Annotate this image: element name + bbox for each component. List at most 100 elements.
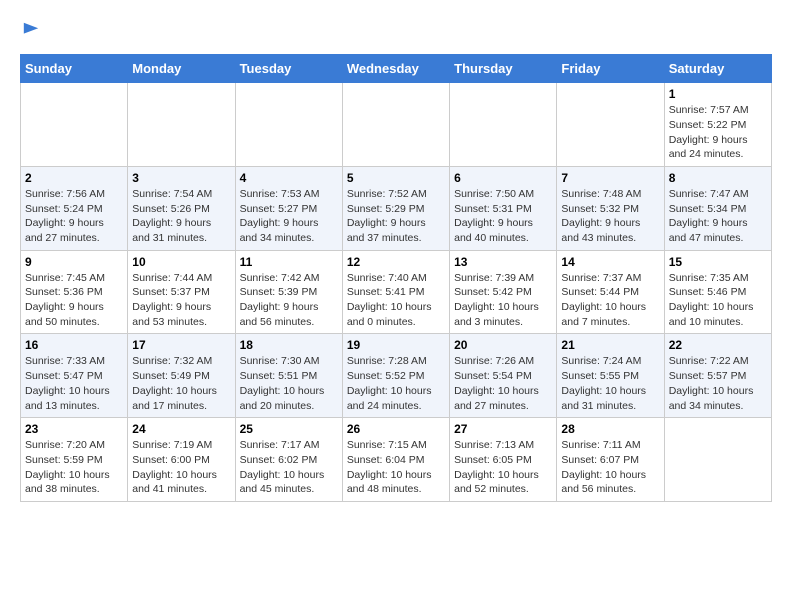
day-info-text: Sunrise: 7:37 AM Sunset: 5:44 PM Dayligh… (561, 271, 659, 330)
day-info-text: Sunrise: 7:30 AM Sunset: 5:51 PM Dayligh… (240, 354, 338, 413)
calendar-day-cell: 19Sunrise: 7:28 AM Sunset: 5:52 PM Dayli… (342, 334, 449, 418)
day-info-text: Sunrise: 7:39 AM Sunset: 5:42 PM Dayligh… (454, 271, 552, 330)
calendar-day-cell: 12 Sunrise: 7:40 AM Sunset: 5:41 PM Dayli… (342, 250, 449, 334)
calendar-day-cell: 7 Sunrise: 7:48 AM Sunset: 5:32 PM Daylig… (557, 166, 664, 250)
calendar-day-cell: 13 Sunrise: 7:39 AM Sunset: 5:42 PM Dayli… (450, 250, 557, 334)
day-info-text: Sunrise: 7:26 AM Sunset: 5:54 PM Dayligh… (454, 354, 552, 413)
day-number: 3 (132, 171, 230, 185)
day-info-text: Sunrise: 7:33 AM Sunset: 5:47 PM Dayligh… (25, 354, 123, 413)
day-number: 11 (240, 255, 338, 269)
calendar-header-row: SundayMondayTuesdayWednesdayThursdayFrid… (21, 55, 772, 83)
calendar-week-row: 16 Sunrise: 7:33 AM Sunset: 5:47 PM Dayli… (21, 334, 772, 418)
day-of-week-header: Friday (557, 55, 664, 83)
calendar-day-cell: 28 Sunrise: 7:11 AM Sunset: 6:07 PM Dayli… (557, 418, 664, 502)
day-info-text: Sunrise: 7:42 AM Sunset: 5:39 PM Dayligh… (240, 271, 338, 330)
calendar-day-cell: 10 Sunrise: 7:44 AM Sunset: 5:37 PM Dayli… (128, 250, 235, 334)
calendar-day-cell: 15 Sunrise: 7:35 AM Sunset: 5:46 PM Dayli… (664, 250, 771, 334)
day-of-week-header: Saturday (664, 55, 771, 83)
calendar-day-cell: 14 Sunrise: 7:37 AM Sunset: 5:44 PM Dayli… (557, 250, 664, 334)
day-number: 17 (132, 338, 230, 352)
day-number: 14 (561, 255, 659, 269)
day-number: 16 (25, 338, 123, 352)
day-info-text: Sunrise: 7:28 AM Sunset: 5:52 PM Dayligh… (347, 354, 445, 413)
day-info-text: Sunrise: 7:48 AM Sunset: 5:32 PM Dayligh… (561, 187, 659, 246)
calendar-table: SundayMondayTuesdayWednesdayThursdayFrid… (20, 54, 772, 502)
day-number: 9 (25, 255, 123, 269)
day-info-text: Sunrise: 7:32 AM Sunset: 5:49 PM Dayligh… (132, 354, 230, 413)
calendar-day-cell: 20 Sunrise: 7:26 AM Sunset: 5:54 PM Dayli… (450, 334, 557, 418)
calendar-day-cell: 26 Sunrise: 7:15 AM Sunset: 6:04 PM Dayli… (342, 418, 449, 502)
day-number: 21 (561, 338, 659, 352)
day-number: 20 (454, 338, 552, 352)
page-header (20, 20, 772, 44)
day-number: 23 (25, 422, 123, 436)
day-info-text: Sunrise: 7:54 AM Sunset: 5:26 PM Dayligh… (132, 187, 230, 246)
day-number: 18 (240, 338, 338, 352)
day-of-week-header: Sunday (21, 55, 128, 83)
logo (20, 20, 40, 44)
day-number: 25 (240, 422, 338, 436)
calendar-day-cell (342, 83, 449, 167)
day-info-text: Sunrise: 7:53 AM Sunset: 5:27 PM Dayligh… (240, 187, 338, 246)
day-info-text: Sunrise: 7:44 AM Sunset: 5:37 PM Dayligh… (132, 271, 230, 330)
calendar-day-cell: 23 Sunrise: 7:20 AM Sunset: 5:59 PM Dayli… (21, 418, 128, 502)
day-number: 1 (669, 87, 767, 101)
day-info-text: Sunrise: 7:17 AM Sunset: 6:02 PM Dayligh… (240, 438, 338, 497)
calendar-week-row: 2Sunrise: 7:56 AM Sunset: 5:24 PM Daylig… (21, 166, 772, 250)
day-number: 13 (454, 255, 552, 269)
day-number: 10 (132, 255, 230, 269)
calendar-day-cell: 22 Sunrise: 7:22 AM Sunset: 5:57 PM Dayli… (664, 334, 771, 418)
calendar-day-cell: 18 Sunrise: 7:30 AM Sunset: 5:51 PM Dayli… (235, 334, 342, 418)
calendar-day-cell (557, 83, 664, 167)
day-info-text: Sunrise: 7:35 AM Sunset: 5:46 PM Dayligh… (669, 271, 767, 330)
calendar-day-cell: 4 Sunrise: 7:53 AM Sunset: 5:27 PM Daylig… (235, 166, 342, 250)
calendar-day-cell: 17 Sunrise: 7:32 AM Sunset: 5:49 PM Dayli… (128, 334, 235, 418)
calendar-day-cell: 11 Sunrise: 7:42 AM Sunset: 5:39 PM Dayli… (235, 250, 342, 334)
calendar-day-cell (128, 83, 235, 167)
calendar-day-cell (21, 83, 128, 167)
day-number: 4 (240, 171, 338, 185)
day-of-week-header: Thursday (450, 55, 557, 83)
day-info-text: Sunrise: 7:13 AM Sunset: 6:05 PM Dayligh… (454, 438, 552, 497)
day-info-text: Sunrise: 7:24 AM Sunset: 5:55 PM Dayligh… (561, 354, 659, 413)
calendar-day-cell: 27 Sunrise: 7:13 AM Sunset: 6:05 PM Dayli… (450, 418, 557, 502)
day-info-text: Sunrise: 7:11 AM Sunset: 6:07 PM Dayligh… (561, 438, 659, 497)
day-info-text: Sunrise: 7:19 AM Sunset: 6:00 PM Dayligh… (132, 438, 230, 497)
calendar-week-row: 23 Sunrise: 7:20 AM Sunset: 5:59 PM Dayli… (21, 418, 772, 502)
day-info-text: Sunrise: 7:52 AM Sunset: 5:29 PM Dayligh… (347, 187, 445, 246)
calendar-day-cell: 6 Sunrise: 7:50 AM Sunset: 5:31 PM Daylig… (450, 166, 557, 250)
calendar-day-cell: 25 Sunrise: 7:17 AM Sunset: 6:02 PM Dayli… (235, 418, 342, 502)
day-number: 12 (347, 255, 445, 269)
day-number: 24 (132, 422, 230, 436)
calendar-day-cell: 1 Sunrise: 7:57 AM Sunset: 5:22 PM Daylig… (664, 83, 771, 167)
calendar-day-cell: 5 Sunrise: 7:52 AM Sunset: 5:29 PM Daylig… (342, 166, 449, 250)
day-of-week-header: Monday (128, 55, 235, 83)
day-number: 5 (347, 171, 445, 185)
day-info-text: Sunrise: 7:40 AM Sunset: 5:41 PM Dayligh… (347, 271, 445, 330)
day-info-text: Sunrise: 7:57 AM Sunset: 5:22 PM Dayligh… (669, 103, 767, 162)
day-number: 15 (669, 255, 767, 269)
day-info-text: Sunrise: 7:15 AM Sunset: 6:04 PM Dayligh… (347, 438, 445, 497)
calendar-day-cell (664, 418, 771, 502)
day-number: 8 (669, 171, 767, 185)
day-number: 6 (454, 171, 552, 185)
calendar-week-row: 1 Sunrise: 7:57 AM Sunset: 5:22 PM Daylig… (21, 83, 772, 167)
day-info-text: Sunrise: 7:45 AM Sunset: 5:36 PM Dayligh… (25, 271, 123, 330)
logo-flag-icon (22, 21, 40, 39)
calendar-day-cell: 3 Sunrise: 7:54 AM Sunset: 5:26 PM Daylig… (128, 166, 235, 250)
day-info-text: Sunrise: 7:56 AM Sunset: 5:24 PM Dayligh… (25, 187, 123, 246)
day-info-text: Sunrise: 7:50 AM Sunset: 5:31 PM Dayligh… (454, 187, 552, 246)
day-number: 26 (347, 422, 445, 436)
calendar-day-cell: 2Sunrise: 7:56 AM Sunset: 5:24 PM Daylig… (21, 166, 128, 250)
calendar-week-row: 9 Sunrise: 7:45 AM Sunset: 5:36 PM Daylig… (21, 250, 772, 334)
day-number: 22 (669, 338, 767, 352)
day-info-text: Sunrise: 7:20 AM Sunset: 5:59 PM Dayligh… (25, 438, 123, 497)
day-info-text: Sunrise: 7:22 AM Sunset: 5:57 PM Dayligh… (669, 354, 767, 413)
day-number: 27 (454, 422, 552, 436)
calendar-day-cell: 8Sunrise: 7:47 AM Sunset: 5:34 PM Daylig… (664, 166, 771, 250)
day-of-week-header: Tuesday (235, 55, 342, 83)
calendar-day-cell: 16 Sunrise: 7:33 AM Sunset: 5:47 PM Dayli… (21, 334, 128, 418)
day-of-week-header: Wednesday (342, 55, 449, 83)
day-number: 28 (561, 422, 659, 436)
day-number: 7 (561, 171, 659, 185)
